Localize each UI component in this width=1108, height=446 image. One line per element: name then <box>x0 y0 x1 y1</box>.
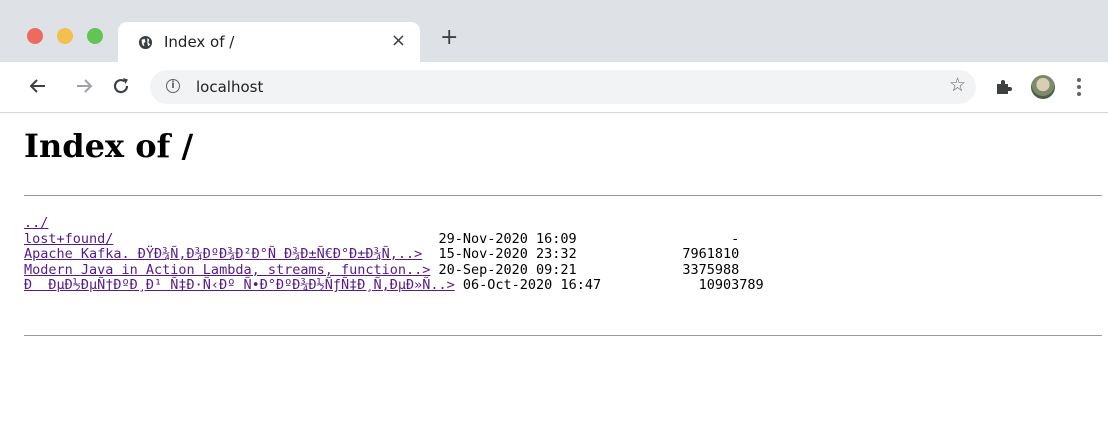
new-tab-button[interactable]: + <box>440 27 458 49</box>
listing-row: Ð ÐµÐ½ÐµÑ†ÐºÐ¸Ð¹ Ñ‡Ð·Ñ‹Ðº Ñ•Ð°ÐºÐ¾Ð½ÑƒÑ‡… <box>24 278 764 294</box>
entry-date: 29-Nov-2020 16:09 <box>113 230 577 247</box>
more-vertical-icon[interactable] <box>1076 78 1082 96</box>
entry-link[interactable]: lost+found/ <box>24 231 113 247</box>
entry-date: 06-Oct-2020 16:47 <box>454 277 602 294</box>
reload-icon[interactable] <box>111 76 131 96</box>
page-title: Index of / <box>24 127 194 165</box>
avatar[interactable] <box>1031 75 1055 99</box>
info-icon[interactable]: i <box>166 79 180 93</box>
entry-date: 20-Sep-2020 09:21 <box>430 261 577 278</box>
entry-size: 10903789 <box>601 277 764 294</box>
entry-link[interactable]: Ð ÐµÐ½ÐµÑ†ÐºÐ¸Ð¹ Ñ‡Ð·Ñ‹Ðº Ñ•Ð°ÐºÐ¾Ð½ÑƒÑ‡… <box>24 277 455 294</box>
arrow-left-icon[interactable] <box>28 76 48 96</box>
top-divider <box>24 195 1102 196</box>
parent-directory-link[interactable]: ../ <box>24 215 48 231</box>
arrow-right-icon[interactable] <box>74 76 94 96</box>
url-text[interactable]: localhost <box>196 78 263 96</box>
entry-size: 3375988 <box>576 261 740 278</box>
page-content: Index of / ../ lost+found/ 29-Nov-2020 1… <box>0 113 1108 446</box>
maximize-window-button[interactable] <box>87 28 103 44</box>
bottom-divider <box>24 335 1102 336</box>
active-tab[interactable]: Index of / × <box>118 22 420 62</box>
entry-link[interactable]: Modern Java in Action Lambda, streams, f… <box>24 262 430 278</box>
browser-toolbar: i localhost ☆ <box>0 62 1108 113</box>
star-icon[interactable]: ☆ <box>949 74 966 96</box>
directory-listing: ../ lost+found/ 29-Nov-2020 16:09 - Apac… <box>24 215 764 294</box>
close-window-button[interactable] <box>27 28 43 44</box>
entry-size: 7961810 <box>576 246 740 263</box>
tab-strip: Index of / × + <box>0 0 1108 62</box>
tab-title: Index of / <box>164 33 235 51</box>
listing-row: lost+found/ 29-Nov-2020 16:09 - <box>24 230 764 248</box>
tab-close-button[interactable]: × <box>391 30 406 51</box>
entry-size: - <box>576 230 740 247</box>
entry-link[interactable]: Apache Kafka. ÐŸÐ¾Ñ‚Ð¾ÐºÐ¾Ð²Ð°Ñ Ð¾Ð±Ñ€Ð°… <box>24 246 422 262</box>
puzzle-icon[interactable] <box>994 78 1012 96</box>
minimize-window-button[interactable] <box>57 28 73 44</box>
address-bar[interactable]: i localhost ☆ <box>150 70 976 104</box>
listing-row: Apache Kafka. ÐŸÐ¾Ñ‚Ð¾ÐºÐ¾Ð²Ð°Ñ Ð¾Ð±Ñ€Ð°… <box>24 246 764 263</box>
entry-date: 15-Nov-2020 23:32 <box>422 246 577 263</box>
globe-icon <box>138 35 153 50</box>
